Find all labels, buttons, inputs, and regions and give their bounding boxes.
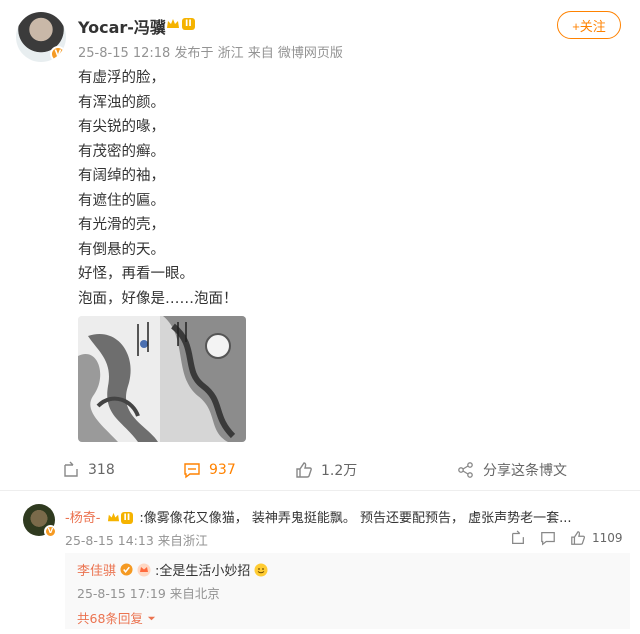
like-button[interactable]: 1.2万 bbox=[295, 452, 357, 488]
post-line: 有遮住的匾。 bbox=[78, 192, 165, 209]
reply-text: :全是生活小妙招 bbox=[155, 564, 251, 579]
repost-icon[interactable] bbox=[510, 530, 526, 546]
comment-count: 937 bbox=[209, 462, 236, 478]
ink-artwork-image bbox=[78, 316, 246, 442]
thumbs-up-icon bbox=[296, 462, 312, 478]
post-meta: 25-8-15 12:18 发布于 浙江 来自 微博网页版 bbox=[78, 46, 343, 61]
share-icon bbox=[458, 462, 473, 478]
divider bbox=[0, 490, 640, 491]
share-button[interactable]: 分享这条博文 bbox=[457, 452, 567, 488]
crown-icon bbox=[167, 19, 179, 28]
verified-badge-icon: V bbox=[50, 46, 66, 62]
replier-name[interactable]: 李佳骐 bbox=[77, 560, 116, 579]
post-line: 好怪，再看一眼。 bbox=[78, 266, 194, 282]
verified-icon bbox=[120, 563, 133, 576]
verified-badge-icon: V bbox=[44, 525, 57, 538]
comment-button[interactable]: 937 bbox=[183, 452, 236, 488]
post-line: 泡面，好像是……泡面！ bbox=[78, 290, 238, 307]
comment-item: -杨奇- II :像雾像花又像猫， 装神弄鬼挺能飘。 预告还要配预告， 虚张声势… bbox=[65, 507, 572, 526]
comment-meta: 25-8-15 14:13 来自浙江 bbox=[65, 533, 208, 548]
weibo-post: V Yocar-冯骥 II 25-8-15 12:18 发布于 浙江 来自 微博… bbox=[0, 0, 640, 490]
share-label: 分享这条博文 bbox=[483, 463, 567, 479]
reply-meta: 25-8-15 17:19 来自北京 bbox=[77, 586, 220, 601]
author-name[interactable]: Yocar-冯骥 bbox=[78, 14, 166, 38]
comment-like-button[interactable]: 1109 bbox=[570, 530, 623, 546]
repost-button[interactable]: 318 bbox=[62, 452, 115, 488]
commenter-name[interactable]: -杨奇- bbox=[65, 511, 100, 526]
crown-icon bbox=[107, 512, 119, 522]
post-line: 有光滑的壳， bbox=[78, 217, 165, 233]
post-image[interactable] bbox=[78, 316, 246, 442]
reply-item: 李佳骐 :全是生活小妙招 bbox=[77, 560, 268, 579]
post-line: 有尖锐的喙， bbox=[78, 119, 165, 135]
post-line: 有浑浊的颜。 bbox=[78, 94, 165, 111]
post-line: 有阔绰的袖， bbox=[78, 168, 165, 184]
comment-text: :像雾像花又像猫， 装神弄鬼挺能飘。 预告还要配预告， 虚张声势老一套... bbox=[139, 511, 572, 526]
more-replies-link[interactable]: 共68条回复 bbox=[77, 608, 156, 627]
comment-like-count: 1109 bbox=[592, 531, 623, 545]
member-level-badge[interactable]: II bbox=[166, 16, 198, 32]
post-line: 有倒悬的天。 bbox=[78, 241, 165, 258]
comment-icon bbox=[184, 463, 200, 479]
author-avatar[interactable]: V bbox=[16, 12, 66, 62]
reply-section: 李佳骐 :全是生活小妙招 25-8-15 17:19 来自北京 共68条回复 bbox=[65, 553, 630, 629]
comment-actions: 1109 bbox=[510, 530, 623, 546]
smile-emoji-icon bbox=[254, 563, 268, 576]
chevron-down-icon bbox=[147, 616, 155, 621]
level-text: II bbox=[182, 18, 195, 30]
level-text: II bbox=[120, 511, 134, 524]
member-level-badge[interactable]: II bbox=[107, 511, 134, 524]
repost-count: 318 bbox=[88, 462, 115, 478]
post-actions: 318 937 1.2万 分享这条博文 bbox=[0, 452, 640, 488]
thumbs-up-icon bbox=[571, 531, 586, 545]
commenter-avatar[interactable]: V bbox=[23, 504, 57, 538]
post-line: 有茂密的癣。 bbox=[78, 143, 165, 160]
follow-button[interactable]: +关注 bbox=[557, 11, 621, 39]
comment-icon[interactable] bbox=[540, 530, 556, 546]
fan-badge-icon bbox=[137, 563, 151, 576]
post-text: 有虚浮的脸， 有浑浊的颜。 有尖锐的喙， 有茂密的癣。 有阔绰的袖， 有遮住的匾… bbox=[78, 66, 238, 311]
like-count: 1.2万 bbox=[321, 463, 358, 479]
repost-icon bbox=[64, 461, 78, 477]
more-replies-label: 共68条回复 bbox=[77, 611, 143, 626]
post-line: 有虚浮的脸， bbox=[78, 70, 165, 86]
